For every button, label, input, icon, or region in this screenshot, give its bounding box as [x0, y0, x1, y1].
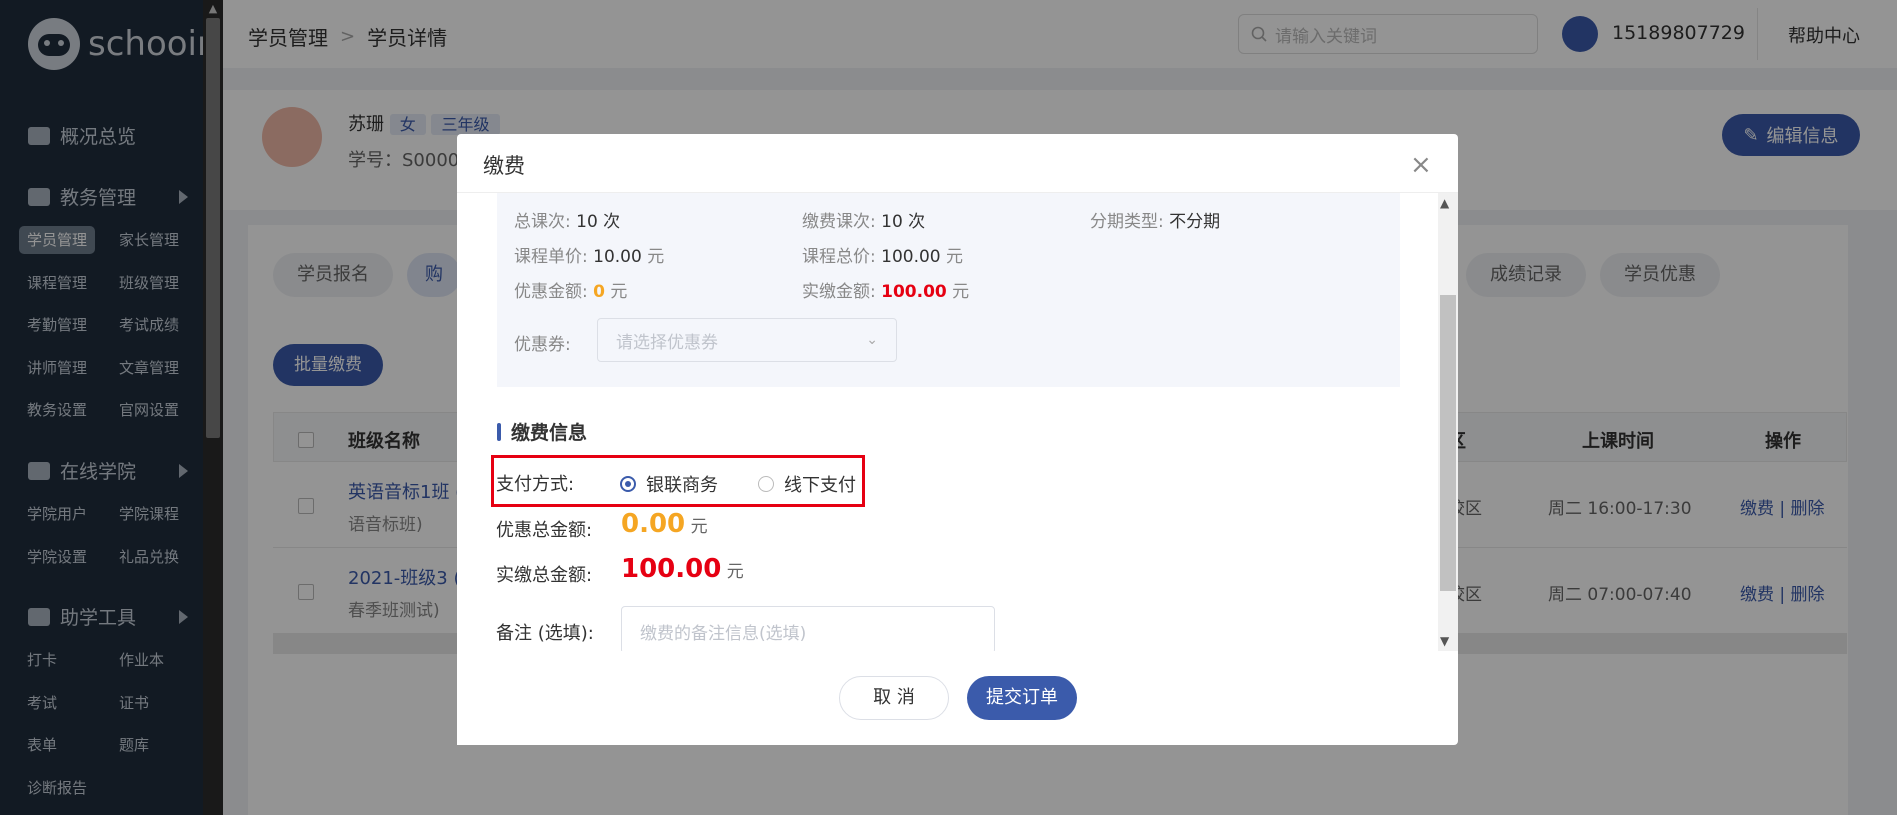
close-icon[interactable]: × [1410, 152, 1432, 178]
field-label: 总课次: [514, 212, 571, 232]
unit-price-field: 课程单价: 10.00 元 [514, 242, 664, 267]
discount-field: 优惠金额: 0 元 [514, 277, 627, 302]
unit-label: 元 [726, 562, 744, 582]
total-price-field: 课程总价: 100.00 元 [802, 242, 963, 267]
field-value: 10 次 [576, 212, 621, 232]
unit-label: 元 [647, 247, 665, 267]
unit-label: 元 [610, 282, 628, 302]
remark-label: 备注 (选填): [496, 623, 594, 644]
paid-lessons-field: 缴费课次: 10 次 [802, 207, 925, 232]
unit-label: 元 [690, 517, 708, 537]
submit-order-button[interactable]: 提交订单 [967, 676, 1077, 720]
section-bar [497, 422, 501, 441]
installment-field: 分期类型: 不分期 [1090, 207, 1220, 232]
field-label: 分期类型: [1090, 212, 1164, 232]
field-value: 100.00 [881, 282, 947, 302]
coupon-placeholder: 请选择优惠券 [616, 332, 718, 353]
coupon-label: 优惠券: [514, 335, 571, 355]
actual-amount-field: 实缴金额: 100.00 元 [802, 277, 969, 302]
unit-label: 元 [952, 282, 970, 302]
field-label: 课程总价: [802, 247, 876, 267]
dialog-title: 缴费 [483, 154, 525, 178]
remark-input[interactable]: 缴费的备注信息(选填) [621, 606, 995, 654]
field-value: 0 [593, 282, 605, 302]
field-value: 100.00 [881, 247, 941, 267]
scroll-down-icon[interactable]: ▼ [1440, 634, 1449, 648]
section-title: 缴费信息 [497, 418, 587, 445]
total-discount-value-row: 0.00 元 [621, 509, 708, 539]
highlight-box [491, 455, 865, 507]
total-discount-label: 优惠总金额: [496, 520, 593, 541]
field-value: 不分期 [1169, 212, 1221, 232]
unit-label: 元 [946, 247, 964, 267]
total-actual-value-row: 100.00 元 [621, 554, 744, 584]
field-label: 优惠金额: [514, 282, 588, 302]
scroll-up-icon[interactable]: ▲ [1440, 196, 1449, 210]
total-actual-value: 100.00 [621, 554, 722, 584]
coupon-select[interactable]: 请选择优惠券 ⌄ [597, 318, 897, 362]
cancel-button[interactable]: 取 消 [839, 676, 949, 720]
total-actual-label: 实缴总金额: [496, 565, 593, 586]
chevron-down-icon: ⌄ [866, 332, 878, 348]
section-title-text: 缴费信息 [511, 422, 588, 444]
field-label: 实缴金额: [802, 282, 876, 302]
field-value: 10.00 [593, 247, 642, 267]
total-lessons-field: 总课次: 10 次 [514, 207, 620, 232]
field-label: 课程单价: [514, 247, 588, 267]
dialog-scrollbar-thumb[interactable] [1440, 295, 1456, 591]
total-discount-value: 0.00 [621, 509, 686, 539]
field-value: 10 次 [881, 212, 926, 232]
field-label: 缴费课次: [802, 212, 876, 232]
